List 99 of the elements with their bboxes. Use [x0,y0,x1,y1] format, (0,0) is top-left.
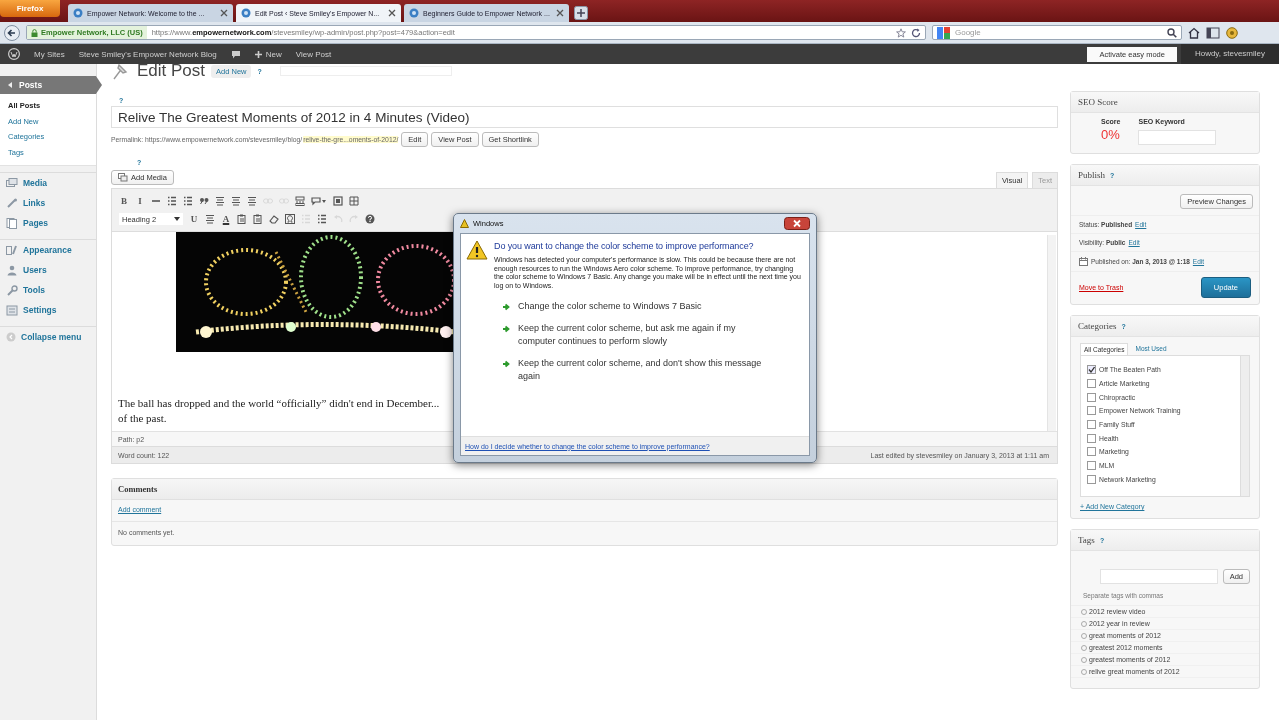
checkmark-icon [1088,366,1095,374]
clipboard-icon[interactable] [237,214,247,224]
format-button[interactable]: B [119,196,129,206]
menu-item[interactable]: Users [0,260,96,280]
list-icon[interactable] [167,196,177,206]
grid-icon[interactable] [349,196,359,206]
media-icon [6,177,18,189]
tag-field[interactable] [1100,569,1218,584]
command-link[interactable]: Change the color scheme to Windows 7 Basic [494,296,803,317]
admin-bar-link[interactable]: Steve Smiley's Empower Network Blog [78,49,217,59]
star-icon[interactable] [896,27,906,38]
panel-title: Publish [1078,170,1105,180]
arrow-icon [6,81,14,89]
globe-icon [241,8,251,18]
sidebar-icon[interactable] [1206,26,1220,39]
search-box[interactable]: Google [932,25,1182,40]
checkbox[interactable] [1087,365,1096,375]
align-icon[interactable] [247,196,257,206]
align-icon[interactable] [215,196,225,206]
format-button[interactable]: I [135,196,145,206]
account-menu[interactable]: Howdy, stevesmiley [1180,44,1279,64]
command-link[interactable]: Keep the current color scheme, and don't show this message again [494,353,803,387]
new-tab-icon[interactable] [574,6,588,20]
globe-icon [73,8,83,18]
keyword-field[interactable] [1138,130,1217,145]
plus-icon [254,50,262,58]
checkbox[interactable] [1087,433,1096,443]
wordpress-icon[interactable] [8,48,20,60]
addon-icon[interactable] [1226,26,1238,39]
arrow-icon [502,325,510,333]
home-icon[interactable] [1188,26,1200,39]
panel-title: SEO Score [1078,97,1118,107]
dialog-heading: Do you want to change the color scheme to improve performance? [494,241,755,251]
new-content-menu[interactable]: New [254,49,282,59]
more-icon[interactable] [295,196,305,206]
search-field[interactable]: Google [955,28,1163,37]
menu-item[interactable]: Media [0,172,96,193]
arrow-icon [502,360,510,368]
admin-bar-link[interactable]: My Sites [34,49,65,59]
collapse-icon [6,332,16,342]
panel-title: Comments [112,479,1057,500]
search-engine-icon[interactable] [937,26,951,39]
menu-item[interactable]: Posts [0,76,102,94]
warning-icon [460,219,469,228]
post-title-field[interactable]: Relive The Greatest Moments of 2012 in 4 Minutes (Video) [111,106,1058,128]
list-icon[interactable] [317,214,327,224]
caret-icon [174,217,180,221]
score-value: 0% [1101,127,1121,142]
reload-icon[interactable] [911,27,921,38]
spellcheck-icon[interactable] [311,196,327,206]
help-icon[interactable] [365,214,375,224]
paragraph-text: The ball has dropped and the world “officially” didn't end in December... [118,396,441,411]
media-icon [118,173,128,182]
wrench-icon [6,284,18,296]
admin-bar-link[interactable]: View Post [295,49,332,59]
checkbox[interactable] [1087,447,1096,457]
checkbox[interactable] [1087,474,1096,484]
paragraph-text: of the past. [118,411,168,426]
text-color-button[interactable]: A [221,214,231,224]
align-icon[interactable] [231,196,241,206]
collapse-menu-button[interactable]: Collapse menu [0,326,96,347]
menu-item[interactable]: Settings [0,300,96,320]
checkbox[interactable] [1087,379,1096,389]
panel-title: Categories [1078,321,1117,331]
checkbox[interactable] [1087,406,1096,416]
warning-icon [466,240,488,260]
eraser-icon[interactable] [269,214,279,224]
lock-icon [31,28,38,37]
checkbox[interactable] [1087,461,1096,471]
close-icon[interactable] [220,9,228,17]
menu-item[interactable]: Appearance [0,239,96,260]
menu-item[interactable]: Pages [0,213,96,233]
checkbox[interactable] [1087,420,1096,430]
settings-icon [6,304,18,316]
comment-icon[interactable] [230,49,241,59]
arrow-icon [502,303,510,311]
close-icon[interactable] [784,217,810,230]
fullscreen-icon[interactable] [333,196,343,206]
pages-icon [6,217,18,229]
calendar-icon [1079,257,1088,266]
page-heading: Edit Post [137,61,206,81]
back-icon[interactable] [4,24,20,41]
symbol-icon[interactable] [285,214,295,224]
close-icon[interactable] [556,9,564,17]
align-icon[interactable] [205,214,215,224]
brush-icon [6,244,18,256]
user-icon [6,264,18,276]
close-icon[interactable] [388,9,396,17]
globe-icon [409,8,419,18]
list-icon[interactable] [183,196,193,206]
menu-item[interactable]: Links [0,193,96,213]
quote-icon[interactable] [199,196,209,206]
panel-title: Tags [1078,535,1095,545]
menu-item[interactable]: Tools [0,280,96,300]
search-icon[interactable] [1167,27,1177,38]
format-button[interactable]: U [189,214,199,224]
command-link[interactable]: Keep the current color scheme, but ask me again if my computer continues to perform slowly [494,318,803,352]
checkbox[interactable] [1087,392,1096,402]
clipboard-icon[interactable] [253,214,263,224]
